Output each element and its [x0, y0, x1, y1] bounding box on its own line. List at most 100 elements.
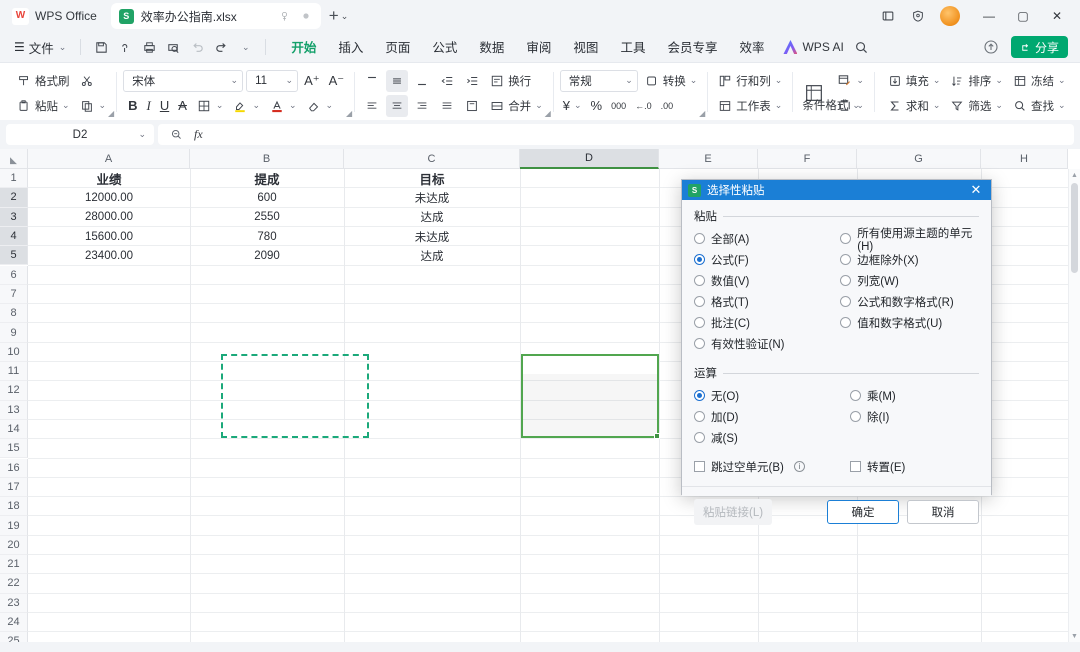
scroll-down-button[interactable]: ▼: [1069, 630, 1080, 642]
number-expand-icon[interactable]: ◢: [699, 109, 705, 118]
italic-button[interactable]: I: [143, 95, 153, 117]
alignment-expand-icon[interactable]: ◢: [545, 109, 551, 118]
shield-icon[interactable]: [904, 4, 932, 28]
increase-font-size-button[interactable]: A⁺: [301, 70, 323, 92]
cloud-upload-icon[interactable]: [979, 36, 1003, 58]
dialog-close-button[interactable]: ✕: [965, 181, 987, 199]
radio-paste-all-except-borders[interactable]: 边框除外(X): [840, 250, 979, 269]
worksheet-button[interactable]: 工作表 ⌄: [714, 95, 785, 117]
radio-operation-multiply[interactable]: 乘(M): [850, 386, 896, 405]
maximize-button[interactable]: ▢: [1006, 2, 1040, 30]
tab-view[interactable]: 视图: [562, 33, 609, 61]
row-header-20[interactable]: 20: [0, 535, 28, 555]
cell-B4[interactable]: 780: [191, 227, 343, 246]
column-header-D[interactable]: D: [520, 149, 659, 169]
row-header-3[interactable]: 3: [0, 207, 28, 227]
row-header-25[interactable]: 25: [0, 632, 28, 642]
freeze-button[interactable]: 冻结 ⌄: [1009, 70, 1069, 92]
row-header-8[interactable]: 8: [0, 304, 28, 324]
file-menu-button[interactable]: ☰ 文件 ⌄: [8, 38, 72, 57]
pin-icon[interactable]: [278, 9, 292, 23]
undo-icon[interactable]: [185, 36, 209, 58]
radio-paste-source-theme[interactable]: 所有使用源主题的单元(H): [840, 228, 979, 253]
column-header-F[interactable]: F: [758, 149, 857, 169]
column-header-G[interactable]: G: [857, 149, 981, 169]
zoom-icon[interactable]: [168, 127, 184, 143]
vertical-scrollbar[interactable]: ▲ ▼: [1068, 169, 1080, 642]
cell-C2[interactable]: 未达成: [345, 188, 519, 207]
tab-data[interactable]: 数据: [468, 33, 515, 61]
rows-columns-button[interactable]: 行和列 ⌄: [714, 70, 785, 92]
paste-button[interactable]: 粘贴 ⌄: [13, 95, 73, 117]
share-button[interactable]: 分享: [1010, 36, 1068, 58]
new-tab-button[interactable]: + ⌄: [329, 6, 348, 26]
radio-paste-values-number-formats[interactable]: 值和数字格式(U): [840, 313, 979, 332]
save-icon[interactable]: [89, 36, 113, 58]
align-left-button[interactable]: [361, 95, 383, 117]
column-header-H[interactable]: H: [981, 149, 1068, 169]
fill-button[interactable]: 填充 ⌄: [884, 70, 944, 92]
sort-button[interactable]: 排序 ⌄: [946, 70, 1006, 92]
tab-efficiency[interactable]: 效率: [728, 33, 775, 61]
merge-cells-button[interactable]: 合并 ⌄: [486, 95, 546, 117]
quick-access-caret-icon[interactable]: ⌄: [233, 36, 257, 58]
currency-format-button[interactable]: ¥ ⌄: [560, 95, 585, 117]
row-header-17[interactable]: 17: [0, 477, 28, 498]
underline-button[interactable]: U: [157, 95, 172, 117]
row-header-11[interactable]: 11: [0, 362, 28, 382]
borders-button[interactable]: ⌄: [193, 95, 227, 117]
redo-icon[interactable]: [209, 36, 233, 58]
row-header-1[interactable]: 1: [0, 169, 28, 189]
autosum-button[interactable]: 求和 ⌄: [884, 95, 944, 117]
comma-format-button[interactable]: 000: [608, 95, 629, 117]
font-expand-icon[interactable]: ◢: [346, 109, 352, 118]
radio-paste-formula[interactable]: 公式(F): [694, 250, 840, 269]
tab-formula[interactable]: 公式: [421, 33, 468, 61]
row-header-4[interactable]: 4: [0, 226, 28, 247]
radio-operation-subtract[interactable]: 减(S): [694, 428, 850, 447]
paste-special-dialog[interactable]: S 选择性粘贴 ✕ 粘贴 全部(A) 公式(F) 数值(V) 格式(T) 批注(…: [681, 179, 992, 525]
radio-paste-formats[interactable]: 格式(T): [694, 292, 840, 311]
row-header-21[interactable]: 21: [0, 555, 28, 575]
bold-button[interactable]: B: [125, 95, 140, 117]
align-middle-button[interactable]: [386, 69, 409, 92]
row-header-12[interactable]: 12: [0, 381, 28, 401]
tab-review[interactable]: 审阅: [515, 33, 562, 61]
tab-member[interactable]: 会员专享: [656, 33, 728, 61]
row-header-19[interactable]: 19: [0, 516, 28, 536]
cell-C5[interactable]: 达成: [345, 246, 519, 265]
row-header-24[interactable]: 24: [0, 612, 28, 633]
copy-button[interactable]: ⌄: [76, 95, 110, 117]
convert-button[interactable]: 转换 ⌄: [641, 70, 701, 92]
align-bottom-button[interactable]: [411, 70, 433, 92]
scroll-up-button[interactable]: ▲: [1069, 169, 1080, 181]
select-all-icon[interactable]: ◣: [0, 149, 28, 169]
decrease-font-size-button[interactable]: A⁻: [326, 70, 348, 92]
print-icon[interactable]: [137, 36, 161, 58]
font-size-select[interactable]: 11 ⌄: [246, 69, 299, 92]
checkbox-transpose[interactable]: 转置(E): [850, 457, 905, 476]
row-header-13[interactable]: 13: [0, 400, 28, 420]
unsaved-dot-icon[interactable]: [299, 9, 313, 23]
font-color-button[interactable]: ⌄: [266, 95, 300, 117]
row-header-10[interactable]: 10: [0, 342, 28, 362]
cell-A5[interactable]: 23400.00: [29, 246, 189, 265]
ok-button[interactable]: 确定: [827, 500, 899, 524]
tab-start[interactable]: 开始: [280, 33, 327, 64]
cell-A2[interactable]: 12000.00: [29, 188, 189, 207]
formula-input-area[interactable]: fx: [158, 124, 1074, 145]
minimize-button[interactable]: —: [972, 2, 1006, 30]
cell-B2[interactable]: 600: [191, 188, 343, 207]
radio-paste-all[interactable]: 全部(A): [694, 229, 840, 248]
radio-operation-none[interactable]: 无(O): [694, 386, 850, 405]
increase-indent-button[interactable]: [461, 70, 483, 92]
align-right-button[interactable]: [411, 95, 433, 117]
column-header-A[interactable]: A: [28, 149, 190, 169]
checkbox-skip-blanks[interactable]: 跳过空单元(B) i: [694, 457, 850, 476]
row-header-18[interactable]: 18: [0, 497, 28, 517]
cell-A4[interactable]: 15600.00: [29, 227, 189, 246]
decrease-decimal-button[interactable]: .00: [658, 95, 677, 117]
font-name-select[interactable]: 宋体 ⌄: [123, 69, 244, 92]
scrollbar-thumb[interactable]: [1071, 183, 1078, 273]
format-painter-button[interactable]: 格式刷: [13, 70, 73, 92]
